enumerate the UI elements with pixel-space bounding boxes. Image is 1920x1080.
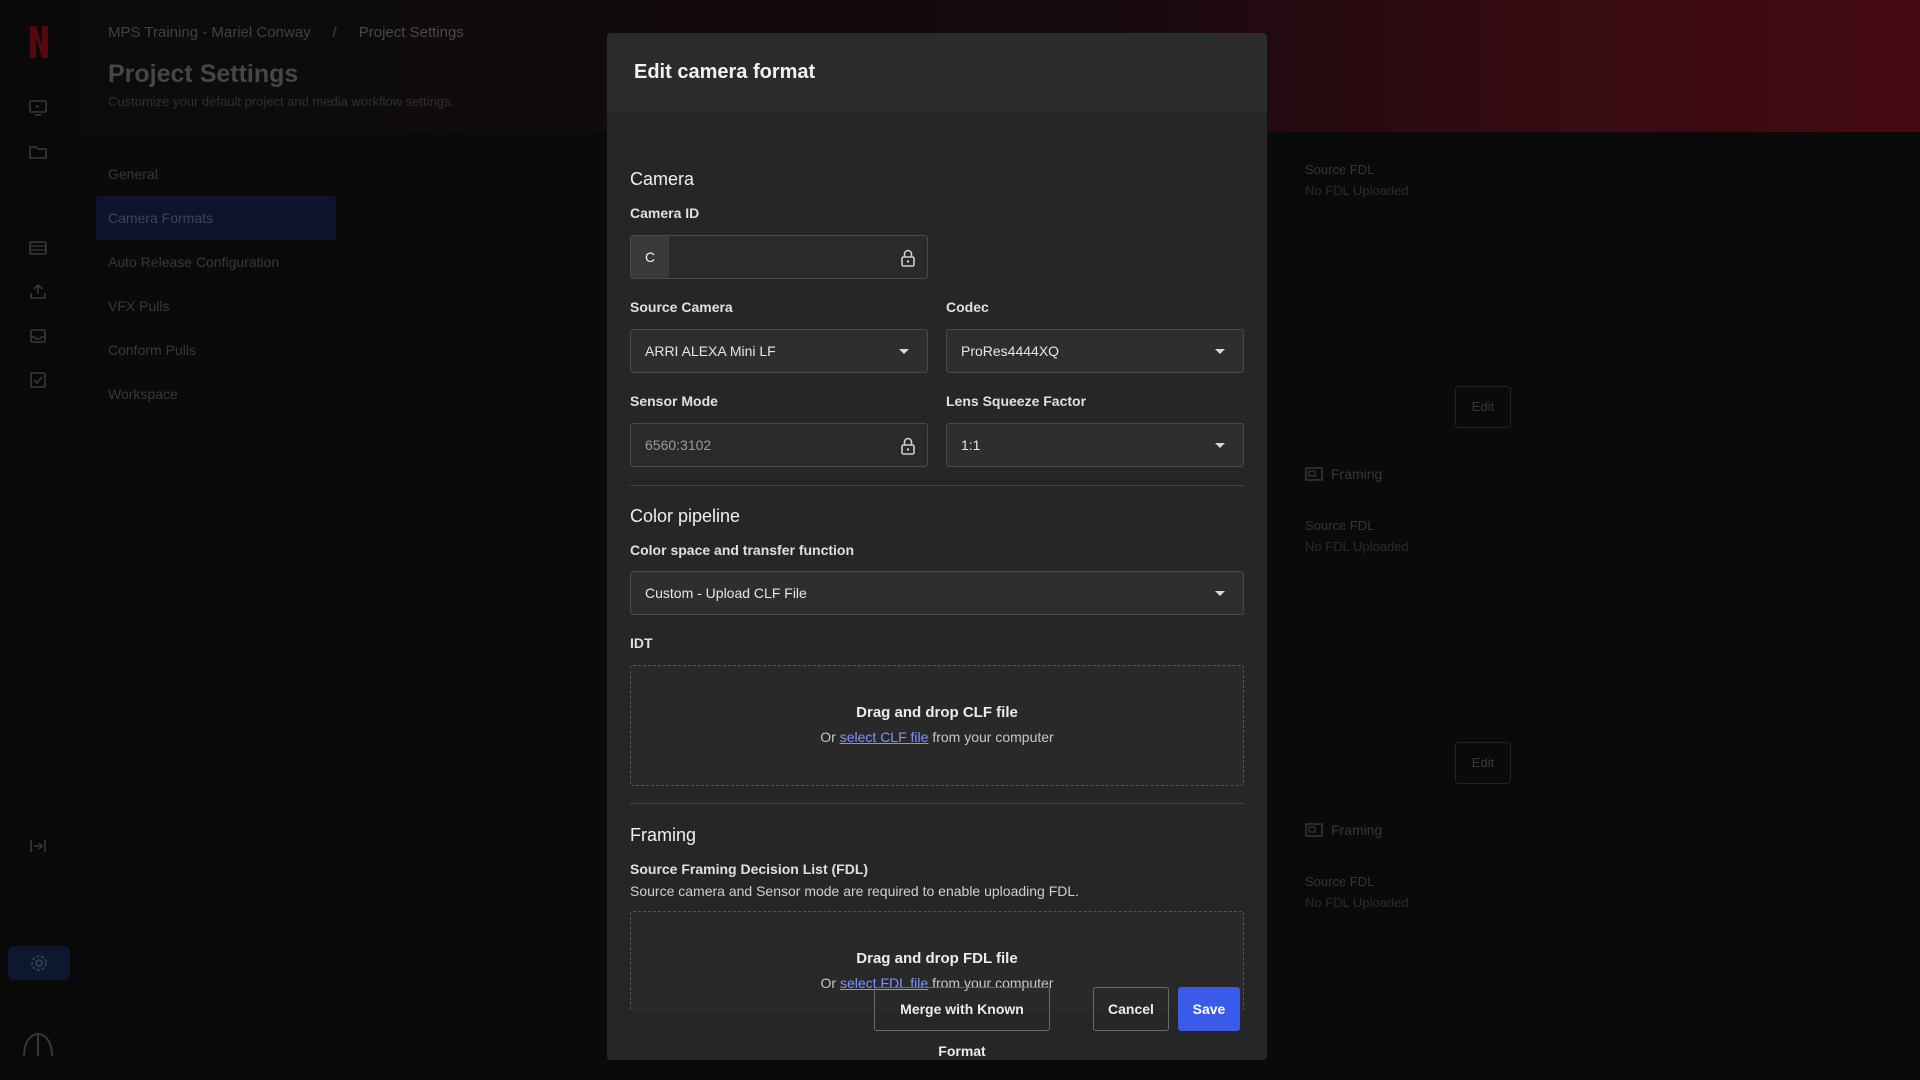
colorspace-value: Custom - Upload CLF File <box>645 585 807 601</box>
idt-label: IDT <box>630 635 653 651</box>
chevron-down-icon <box>1215 349 1225 354</box>
save-button[interactable]: Save <box>1178 987 1240 1031</box>
chevron-down-icon <box>1215 591 1225 596</box>
dialog-footer: Merge with Known Format Cancel Save <box>607 980 1267 1060</box>
codec-label: Codec <box>946 299 989 315</box>
edit-camera-format-dialog: Edit camera format Camera Camera ID C So… <box>607 33 1267 1060</box>
source-camera-value: ARRI ALEXA Mini LF <box>645 343 776 359</box>
sensor-mode-value: 6560:3102 <box>645 437 712 453</box>
fdl-label: Source Framing Decision List (FDL) <box>630 861 869 877</box>
cancel-button[interactable]: Cancel <box>1093 987 1169 1031</box>
merge-known-format-button[interactable]: Merge with Known Format <box>874 987 1050 1059</box>
camera-id-label: Camera ID <box>630 205 700 221</box>
codec-select[interactable]: ProRes4444XQ <box>946 329 1244 373</box>
chevron-down-icon <box>899 349 909 354</box>
clf-drop-title: Drag and drop CLF file <box>856 704 1018 721</box>
lens-squeeze-label: Lens Squeeze Factor <box>946 393 1087 409</box>
select-clf-file-link[interactable]: select CLF file <box>840 729 929 745</box>
section-divider <box>630 485 1244 486</box>
section-divider <box>630 803 1244 804</box>
lens-squeeze-value: 1:1 <box>961 437 981 453</box>
camera-id-value: C <box>631 236 669 278</box>
fdl-drop-title: Drag and drop FDL file <box>856 950 1018 967</box>
color-pipeline-section-title: Color pipeline <box>630 506 741 526</box>
source-camera-select[interactable]: ARRI ALEXA Mini LF <box>630 329 928 373</box>
chevron-down-icon <box>1215 443 1225 448</box>
clf-or-text: Or <box>820 729 840 745</box>
lock-icon <box>899 436 917 456</box>
clf-dropzone[interactable]: Drag and drop CLF file Or select CLF fil… <box>630 665 1244 786</box>
fdl-hint: Source camera and Sensor mode are requir… <box>630 883 1080 899</box>
colorspace-select[interactable]: Custom - Upload CLF File <box>630 571 1244 615</box>
codec-value: ProRes4444XQ <box>961 343 1060 359</box>
clf-drop-subtitle: Or select CLF file from your computer <box>631 729 1243 745</box>
lens-squeeze-select[interactable]: 1:1 <box>946 423 1244 467</box>
framing-section-title: Framing <box>630 825 697 845</box>
dialog-body[interactable]: Camera Camera ID C Source Camera ARRI AL… <box>607 113 1267 1011</box>
colorspace-label: Color space and transfer function <box>630 542 855 558</box>
clf-suffix-text: from your computer <box>928 729 1054 745</box>
sensor-mode-field: 6560:3102 <box>630 423 928 467</box>
camera-section-title: Camera <box>630 169 695 189</box>
camera-id-field: C <box>630 235 928 279</box>
dialog-header: Edit camera format <box>607 33 1267 113</box>
lock-icon <box>899 248 917 268</box>
sensor-mode-label: Sensor Mode <box>630 393 718 409</box>
source-camera-label: Source Camera <box>630 299 733 315</box>
dialog-title: Edit camera format <box>634 61 816 83</box>
